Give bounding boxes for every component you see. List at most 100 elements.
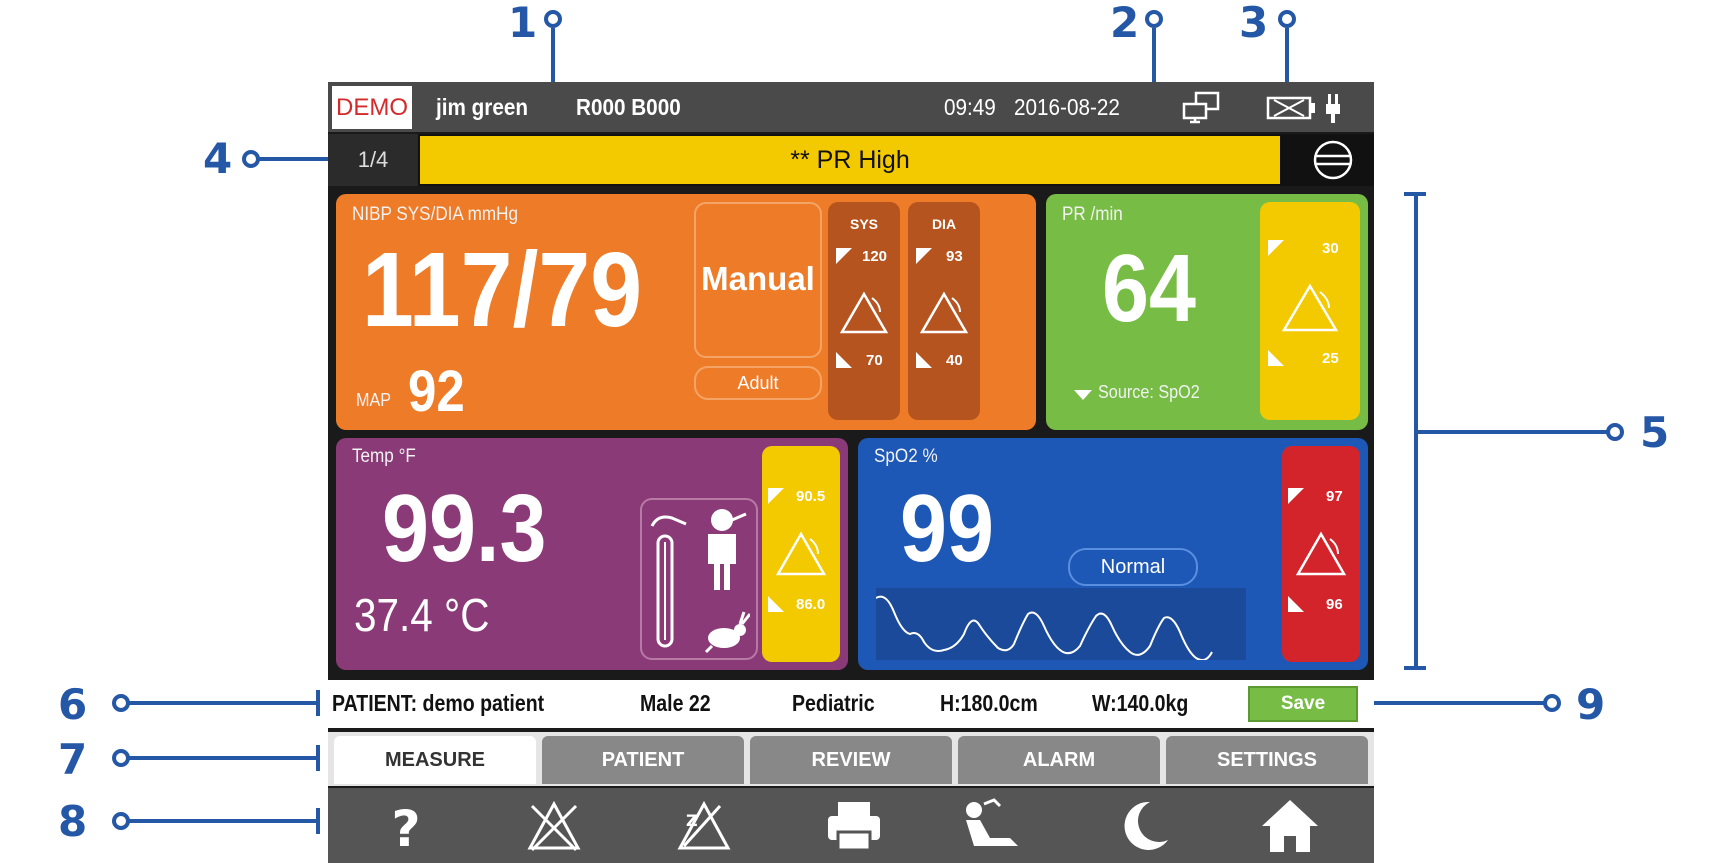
pleth-waveform <box>876 588 1246 660</box>
battery-charging-icon <box>1266 94 1340 123</box>
demo-badge: DEMO <box>332 86 412 129</box>
status-bar: DEMO jim green R000 B000 09:49 2016-08-2… <box>328 82 1374 132</box>
alarm-bell-icon <box>919 291 969 334</box>
low-limit-icon <box>1288 596 1304 612</box>
callout-3-dot <box>1278 10 1296 28</box>
high-limit-icon <box>836 248 852 264</box>
patient-name[interactable]: jim green <box>436 92 528 122</box>
nibp-patient-type[interactable]: Adult <box>694 366 822 400</box>
callout-8-line <box>128 819 318 823</box>
dia-limits-box[interactable]: DIA 93 40 <box>908 202 980 420</box>
low-limit-icon <box>916 352 932 368</box>
callout-2-dot <box>1145 10 1163 28</box>
spo2-status: Normal <box>1068 548 1198 586</box>
clock-time: 09:49 <box>944 94 996 120</box>
callout-2: 2 <box>1110 0 1140 47</box>
callout-3: 3 <box>1239 0 1269 47</box>
high-limit-icon <box>768 488 784 504</box>
nibp-value: 117/79 <box>362 231 643 349</box>
callout-5-bracket-top <box>1404 192 1426 196</box>
callout-1: 1 <box>508 0 538 47</box>
pr-value: 64 <box>1102 235 1196 342</box>
nibp-panel[interactable]: NIBP SYS/DIA mmHg 117/79 MAP 92 Manual A… <box>336 194 1036 430</box>
spo2-limits-box[interactable]: 97 96 <box>1282 446 1360 662</box>
temp-celsius: 37.4 °C <box>354 589 490 641</box>
tab-measure[interactable]: MEASURE <box>334 736 536 784</box>
high-limit-icon <box>1268 240 1284 256</box>
nibp-mode: Manual <box>701 260 815 297</box>
nibp-label: NIBP SYS/DIA mmHg <box>352 204 518 225</box>
night-mode-icon[interactable] <box>1112 796 1176 856</box>
alarm-page-indicator[interactable]: 1/4 <box>328 134 418 186</box>
map-value: 92 <box>408 359 465 424</box>
sys-high-limit: 120 <box>862 248 888 265</box>
home-icon[interactable] <box>1258 796 1322 856</box>
alarm-silence-icon[interactable] <box>1298 138 1368 182</box>
tab-settings[interactable]: SETTINGS <box>1166 736 1368 784</box>
temp-panel[interactable]: Temp °F 99.3 37.4 °C 90.5 86.0 <box>336 438 848 670</box>
spo2-value: 99 <box>900 475 994 582</box>
temp-probe-mode-box[interactable] <box>640 498 758 660</box>
callout-8-tick <box>316 808 320 834</box>
callout-9: 9 <box>1576 680 1606 729</box>
tab-alarm[interactable]: ALARM <box>958 736 1160 784</box>
pr-high-limit: 30 <box>1322 240 1339 257</box>
callout-1-dot <box>544 10 562 28</box>
callout-7: 7 <box>58 735 88 784</box>
low-limit-icon <box>768 596 784 612</box>
sys-limit-header: SYS <box>849 216 878 232</box>
spo2-label: SpO2 % <box>874 446 938 467</box>
callout-5: 5 <box>1640 408 1670 457</box>
patient-info-bar: PATIENT: demo patient Male 22 Pediatric … <box>328 680 1374 728</box>
spo2-high-limit: 97 <box>1326 488 1343 505</box>
callout-9-dot <box>1543 694 1561 712</box>
high-limit-icon <box>916 248 932 264</box>
patient-height: H:180.0cm <box>940 690 1038 716</box>
patient-name-info[interactable]: PATIENT: demo patient <box>332 690 544 717</box>
monitor-screen: DEMO jim green R000 B000 09:49 2016-08-2… <box>328 82 1374 863</box>
callout-9-line <box>1362 701 1548 705</box>
patient-position-icon[interactable] <box>960 796 1024 856</box>
pr-limits-box[interactable]: 30 25 <box>1260 202 1360 420</box>
clock-date: 2016-08-22 <box>1014 94 1120 120</box>
main-tabs: MEASURE PATIENT REVIEW ALARM SETTINGS <box>328 732 1374 786</box>
spo2-low-limit: 96 <box>1326 596 1343 613</box>
alarm-pause-icon[interactable]: Z <box>670 796 734 856</box>
callout-5-line <box>1418 430 1610 434</box>
tab-patient[interactable]: PATIENT <box>542 736 744 784</box>
alarm-bell-icon <box>839 291 889 334</box>
pr-source[interactable]: Source: SpO2 <box>1098 382 1200 403</box>
bottom-toolbar: ? Z <box>328 788 1374 863</box>
bed-id: R000 B000 <box>576 94 681 120</box>
sys-limits-box[interactable]: SYS 120 70 <box>828 202 900 420</box>
callout-7-line <box>128 756 318 760</box>
alarm-row: 1/4 ** PR High <box>328 134 1374 186</box>
help-icon[interactable]: ? <box>374 796 438 856</box>
save-button[interactable]: Save <box>1248 686 1358 722</box>
callout-5-dot <box>1606 423 1624 441</box>
callout-8: 8 <box>58 797 88 846</box>
child-patient-icon <box>708 509 747 590</box>
svg-text:Z: Z <box>686 811 698 830</box>
dia-high-limit: 93 <box>946 248 963 265</box>
printer-icon[interactable] <box>822 796 886 856</box>
callout-5-bracket-bottom <box>1404 666 1426 670</box>
high-limit-icon <box>1288 488 1304 504</box>
thermometer-probe-icon <box>650 515 687 648</box>
tab-review[interactable]: REVIEW <box>750 736 952 784</box>
dia-limit-header: DIA <box>931 216 957 232</box>
temp-limits-box[interactable]: 90.5 86.0 <box>762 446 840 662</box>
temp-value: 99.3 <box>382 475 547 582</box>
alarm-bell-icon <box>775 531 827 576</box>
alarm-off-icon[interactable] <box>522 796 586 856</box>
patient-category: Pediatric <box>792 690 875 716</box>
alarm-message-banner[interactable]: ** PR High <box>420 136 1280 184</box>
low-limit-icon <box>1268 350 1284 366</box>
patient-weight: W:140.0kg <box>1092 690 1189 716</box>
screenshot-root: 1 2 3 4 5 6 7 8 9 DEMO jim green R000 B0… <box>0 0 1709 863</box>
temp-label: Temp °F <box>352 446 416 467</box>
alarm-bell-icon <box>1295 531 1347 576</box>
pr-panel[interactable]: PR /min 64 Source: SpO2 30 25 <box>1046 194 1368 430</box>
spo2-panel[interactable]: SpO2 % 99 Normal 97 96 <box>858 438 1368 670</box>
alarm-bell-icon <box>1281 283 1339 332</box>
